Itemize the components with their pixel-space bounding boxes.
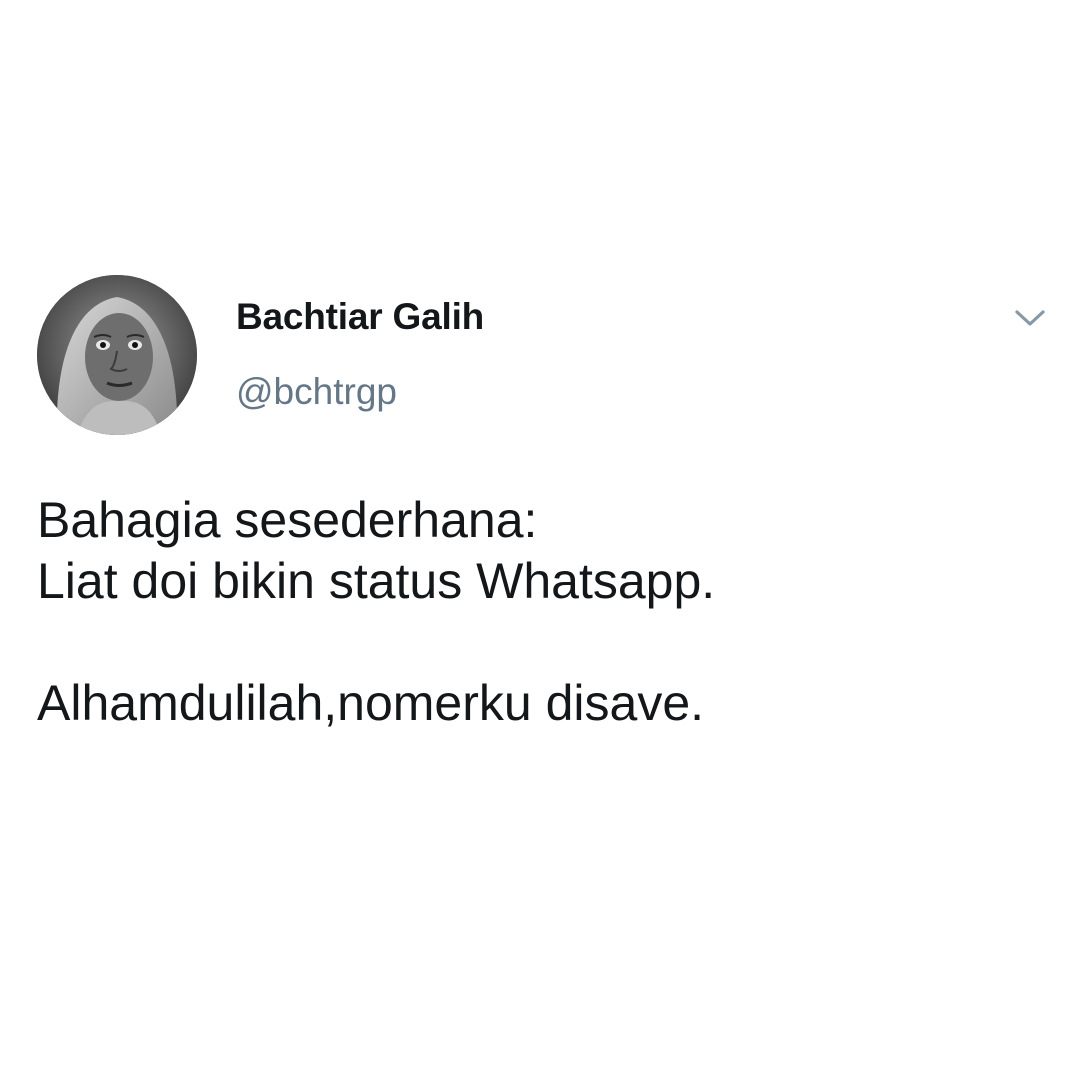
user-handle[interactable]: @bchtrgp — [236, 371, 397, 413]
tweet-text: Bahagia sesederhana: Liat doi bikin stat… — [37, 490, 1037, 734]
tweet-card: Bachtiar Galih @bchtrgp Bahagia sesederh… — [0, 0, 1080, 1080]
tweet-text-line: Liat doi bikin status Whatsapp. — [37, 553, 716, 609]
profile-photo-icon — [37, 275, 197, 435]
tweet-menu-button[interactable] — [1010, 303, 1050, 333]
tweet-text-line: Bahagia sesederhana: — [37, 492, 538, 548]
avatar[interactable] — [37, 275, 197, 435]
tweet-text-closing-line: Alhamdulilah,nomerku disave. — [37, 675, 705, 731]
display-name[interactable]: Bachtiar Galih — [236, 296, 484, 338]
chevron-down-icon — [1015, 310, 1045, 326]
screenshot-canvas: Bachtiar Galih @bchtrgp Bahagia sesederh… — [0, 0, 1080, 1080]
